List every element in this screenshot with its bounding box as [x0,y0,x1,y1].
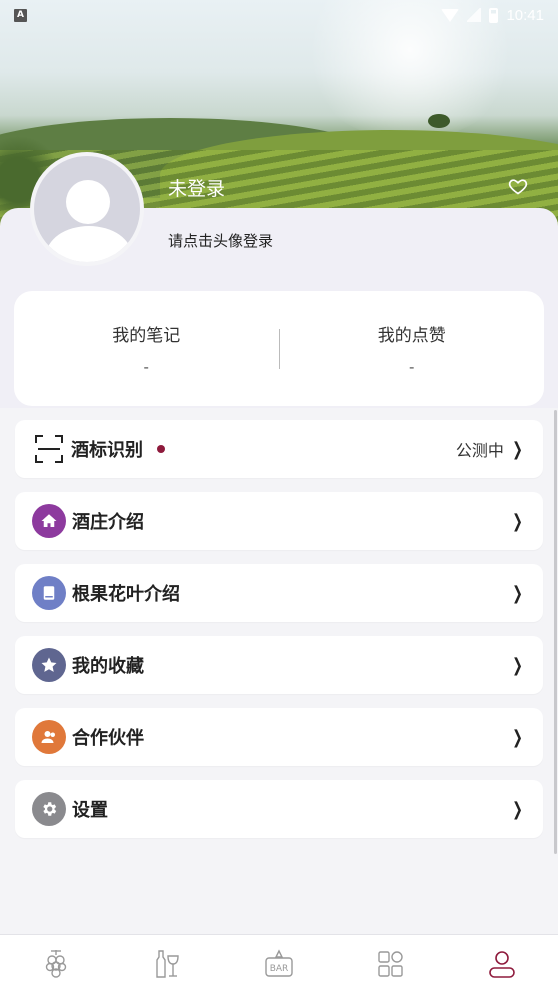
new-dot-badge [157,445,165,453]
partner-icon [32,720,66,754]
home-icon [32,504,66,538]
status-time: 10:41 [506,6,544,24]
stat-value: - [143,358,149,376]
menu-item-partners[interactable]: 合作伙伴 ❯ [15,708,543,766]
gear-icon [32,792,66,826]
status-bar: A 10:41 [0,0,558,30]
nav-tab-wine[interactable] [112,935,224,992]
scrollbar[interactable] [554,410,557,854]
bar-icon: BAR [265,948,293,977]
apps-grid-icon [377,950,403,977]
stat-label: 我的点赞 [377,326,446,346]
grape-icon [45,949,66,978]
stat-my-notes[interactable]: 我的笔记 - [14,321,279,376]
avatar[interactable] [30,152,144,266]
wifi-icon [441,8,460,22]
menu-item-winery-intro[interactable]: 酒庄介绍 ❯ [15,492,543,550]
wine-bottle-glass-icon [156,949,180,978]
menu-label: 设置 [72,800,108,821]
profile-icon [489,950,515,978]
menu-status-text: 公测中 [455,441,504,460]
chevron-right-icon: ❯ [512,654,523,676]
menu-label: 酒庄介绍 [72,512,144,533]
nav-tab-apps[interactable] [335,935,447,992]
nav-tab-bar[interactable]: BAR [223,935,335,992]
menu-label: 我的收藏 [72,656,144,677]
bottom-nav: BAR [0,934,558,992]
menu-label: 根果花叶介绍 [72,584,180,605]
star-icon [32,648,66,682]
chevron-right-icon: ❯ [512,798,523,820]
book-icon [32,576,66,610]
menu-label: 酒标识别 [71,440,143,461]
stat-value: - [409,358,415,376]
chevron-right-icon: ❯ [512,510,523,532]
stat-my-likes[interactable]: 我的点赞 - [280,321,545,376]
menu-label: 合作伙伴 [72,728,144,749]
chevron-right-icon: ❯ [512,582,523,604]
login-hint: 请点击头像登录 [168,232,274,250]
battery-icon [489,7,499,23]
stats-card: 我的笔记 - 我的点赞 - [14,291,544,406]
nav-tab-profile[interactable] [446,935,558,992]
menu-item-my-favorites[interactable]: 我的收藏 ❯ [15,636,543,694]
no-sim-icon [467,8,482,22]
chevron-right-icon: ❯ [512,726,523,748]
status-indicator: A [14,8,27,22]
chevron-right-icon: ❯ [512,438,523,460]
menu-item-settings[interactable]: 设置 ❯ [15,780,543,838]
username: 未登录 [168,178,226,200]
svg-text:BAR: BAR [270,964,289,974]
menu-item-wine-label-recognition[interactable]: 酒标识别 公测中 ❯ [15,420,543,478]
nav-tab-grape[interactable] [0,935,112,992]
scan-icon [35,435,63,463]
heart-icon[interactable] [508,176,528,196]
stat-label: 我的笔记 [112,326,181,346]
menu-item-root-fruit-flower-leaf[interactable]: 根果花叶介绍 ❯ [15,564,543,622]
